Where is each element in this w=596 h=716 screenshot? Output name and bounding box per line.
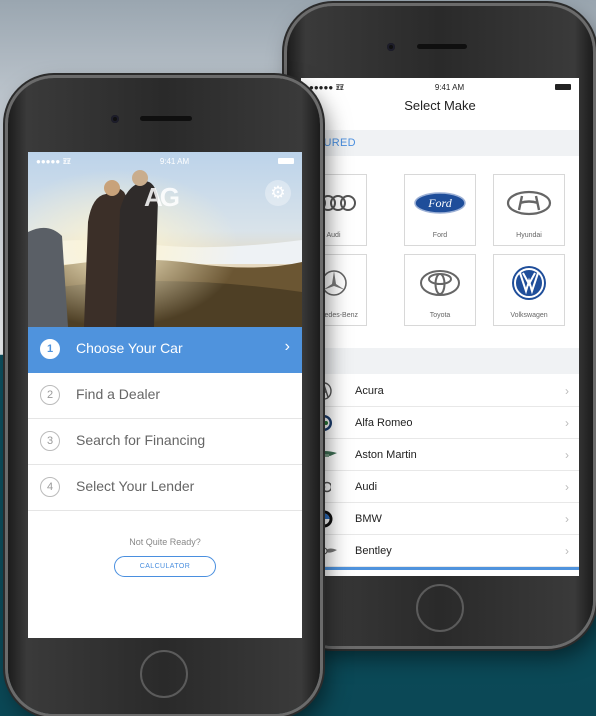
settings-gear-icon[interactable]: ⚙ [265,180,291,206]
step-select-your-lender[interactable]: 4 Select Your Lender [28,465,302,511]
chevron-right-icon: › [565,479,569,494]
brand-logo: AG [144,182,180,212]
earpiece-speaker [417,44,467,49]
home-button[interactable] [416,584,464,632]
step-number: 1 [40,339,60,359]
status-bar: ●●●●● ᮾ 9:41 AM [28,152,302,170]
chevron-right-icon: › [565,415,569,430]
front-camera [387,43,395,51]
toyota-logo-icon [405,265,475,301]
chevron-right-icon: › [284,338,290,355]
status-time: 9:41 AM [159,156,190,166]
not-ready-text: Not Quite Ready? [129,537,201,547]
earpiece-speaker [140,116,192,121]
tile-label: Hyundai [516,232,542,239]
tile-label: Toyota [429,312,451,319]
svg-text:Ford: Ford [427,196,453,210]
featured-tile-volkswagen[interactable]: Volkswagen [493,254,565,326]
chevron-right-icon: › [565,447,569,462]
signal-indicator: ●●●●● ᮾ [36,157,71,166]
make-label: Bentley [355,544,392,557]
status-bar: ●●●●● ᮾ 9:41 AM [301,78,579,96]
step-find-a-dealer[interactable]: 2 Find a Dealer [28,373,302,419]
back-phone: ●●●●● ᮾ 9:41 AM Select Make FEATURED Aud… [287,6,593,646]
step-label: Search for Financing [76,432,206,448]
make-row-acura[interactable]: Acura › [301,375,579,407]
list-bottom-bar [301,567,579,570]
step-number: 3 [40,431,60,451]
make-label: Alfa Romeo [355,416,413,429]
signal-indicator: ●●●●● ᮾ [309,83,344,92]
make-row-alfa-romeo[interactable]: Alfa Romeo › [301,407,579,439]
car-buying-screen: ●●●●● ᮾ 9:41 AM AG ⚙ 1 Choose Your Car ›… [28,152,302,638]
featured-tile-hyundai[interactable]: Hyundai [493,174,565,246]
featured-tile-toyota[interactable]: Toyota [404,254,476,326]
status-time: 9:41 AM [434,82,465,92]
make-label: BMW [355,512,382,525]
step-choose-your-car[interactable]: 1 Choose Your Car › [28,327,302,373]
make-row-bmw[interactable]: BMW › [301,503,579,535]
home-button[interactable] [140,650,188,698]
chevron-right-icon: › [565,383,569,398]
tile-label: Ford [432,232,448,239]
chevron-right-icon: › [565,543,569,558]
battery-icon [278,158,294,164]
hero-image: ●●●●● ᮾ 9:41 AM AG ⚙ [28,152,302,327]
ford-logo-icon: Ford [405,185,475,221]
featured-header: FEATURED [301,130,579,156]
tile-label: Volkswagen [510,312,548,319]
step-label: Find a Dealer [76,386,161,402]
chevron-right-icon: › [565,511,569,526]
all-header: ALL [301,348,579,374]
make-label: Acura [355,384,384,397]
front-phone: ●●●●● ᮾ 9:41 AM AG ⚙ 1 Choose Your Car ›… [8,78,320,714]
step-number: 4 [40,477,60,497]
volkswagen-logo-icon [494,265,564,301]
page-title: Select Make [404,98,476,113]
step-search-for-financing[interactable]: 3 Search for Financing [28,419,302,465]
make-label: Aston Martin [355,448,417,461]
calculator-button[interactable]: CALCULATOR [114,556,216,577]
step-number: 2 [40,385,60,405]
hyundai-logo-icon [494,185,564,221]
featured-tile-ford[interactable]: Ford Ford [404,174,476,246]
make-row-audi[interactable]: Audi › [301,471,579,503]
make-label: Audi [355,480,378,493]
front-camera [111,115,119,123]
step-label: Select Your Lender [76,478,195,494]
marketing-scene: ●●●●● ᮾ 9:41 AM Select Make FEATURED Aud… [0,0,596,716]
battery-icon [555,84,571,90]
make-row-aston-martin[interactable]: Aston Martin › [301,439,579,471]
select-make-screen: ●●●●● ᮾ 9:41 AM Select Make FEATURED Aud… [301,78,579,576]
step-label: Choose Your Car [76,340,183,356]
make-row-bentley[interactable]: Bentley › [301,535,579,567]
